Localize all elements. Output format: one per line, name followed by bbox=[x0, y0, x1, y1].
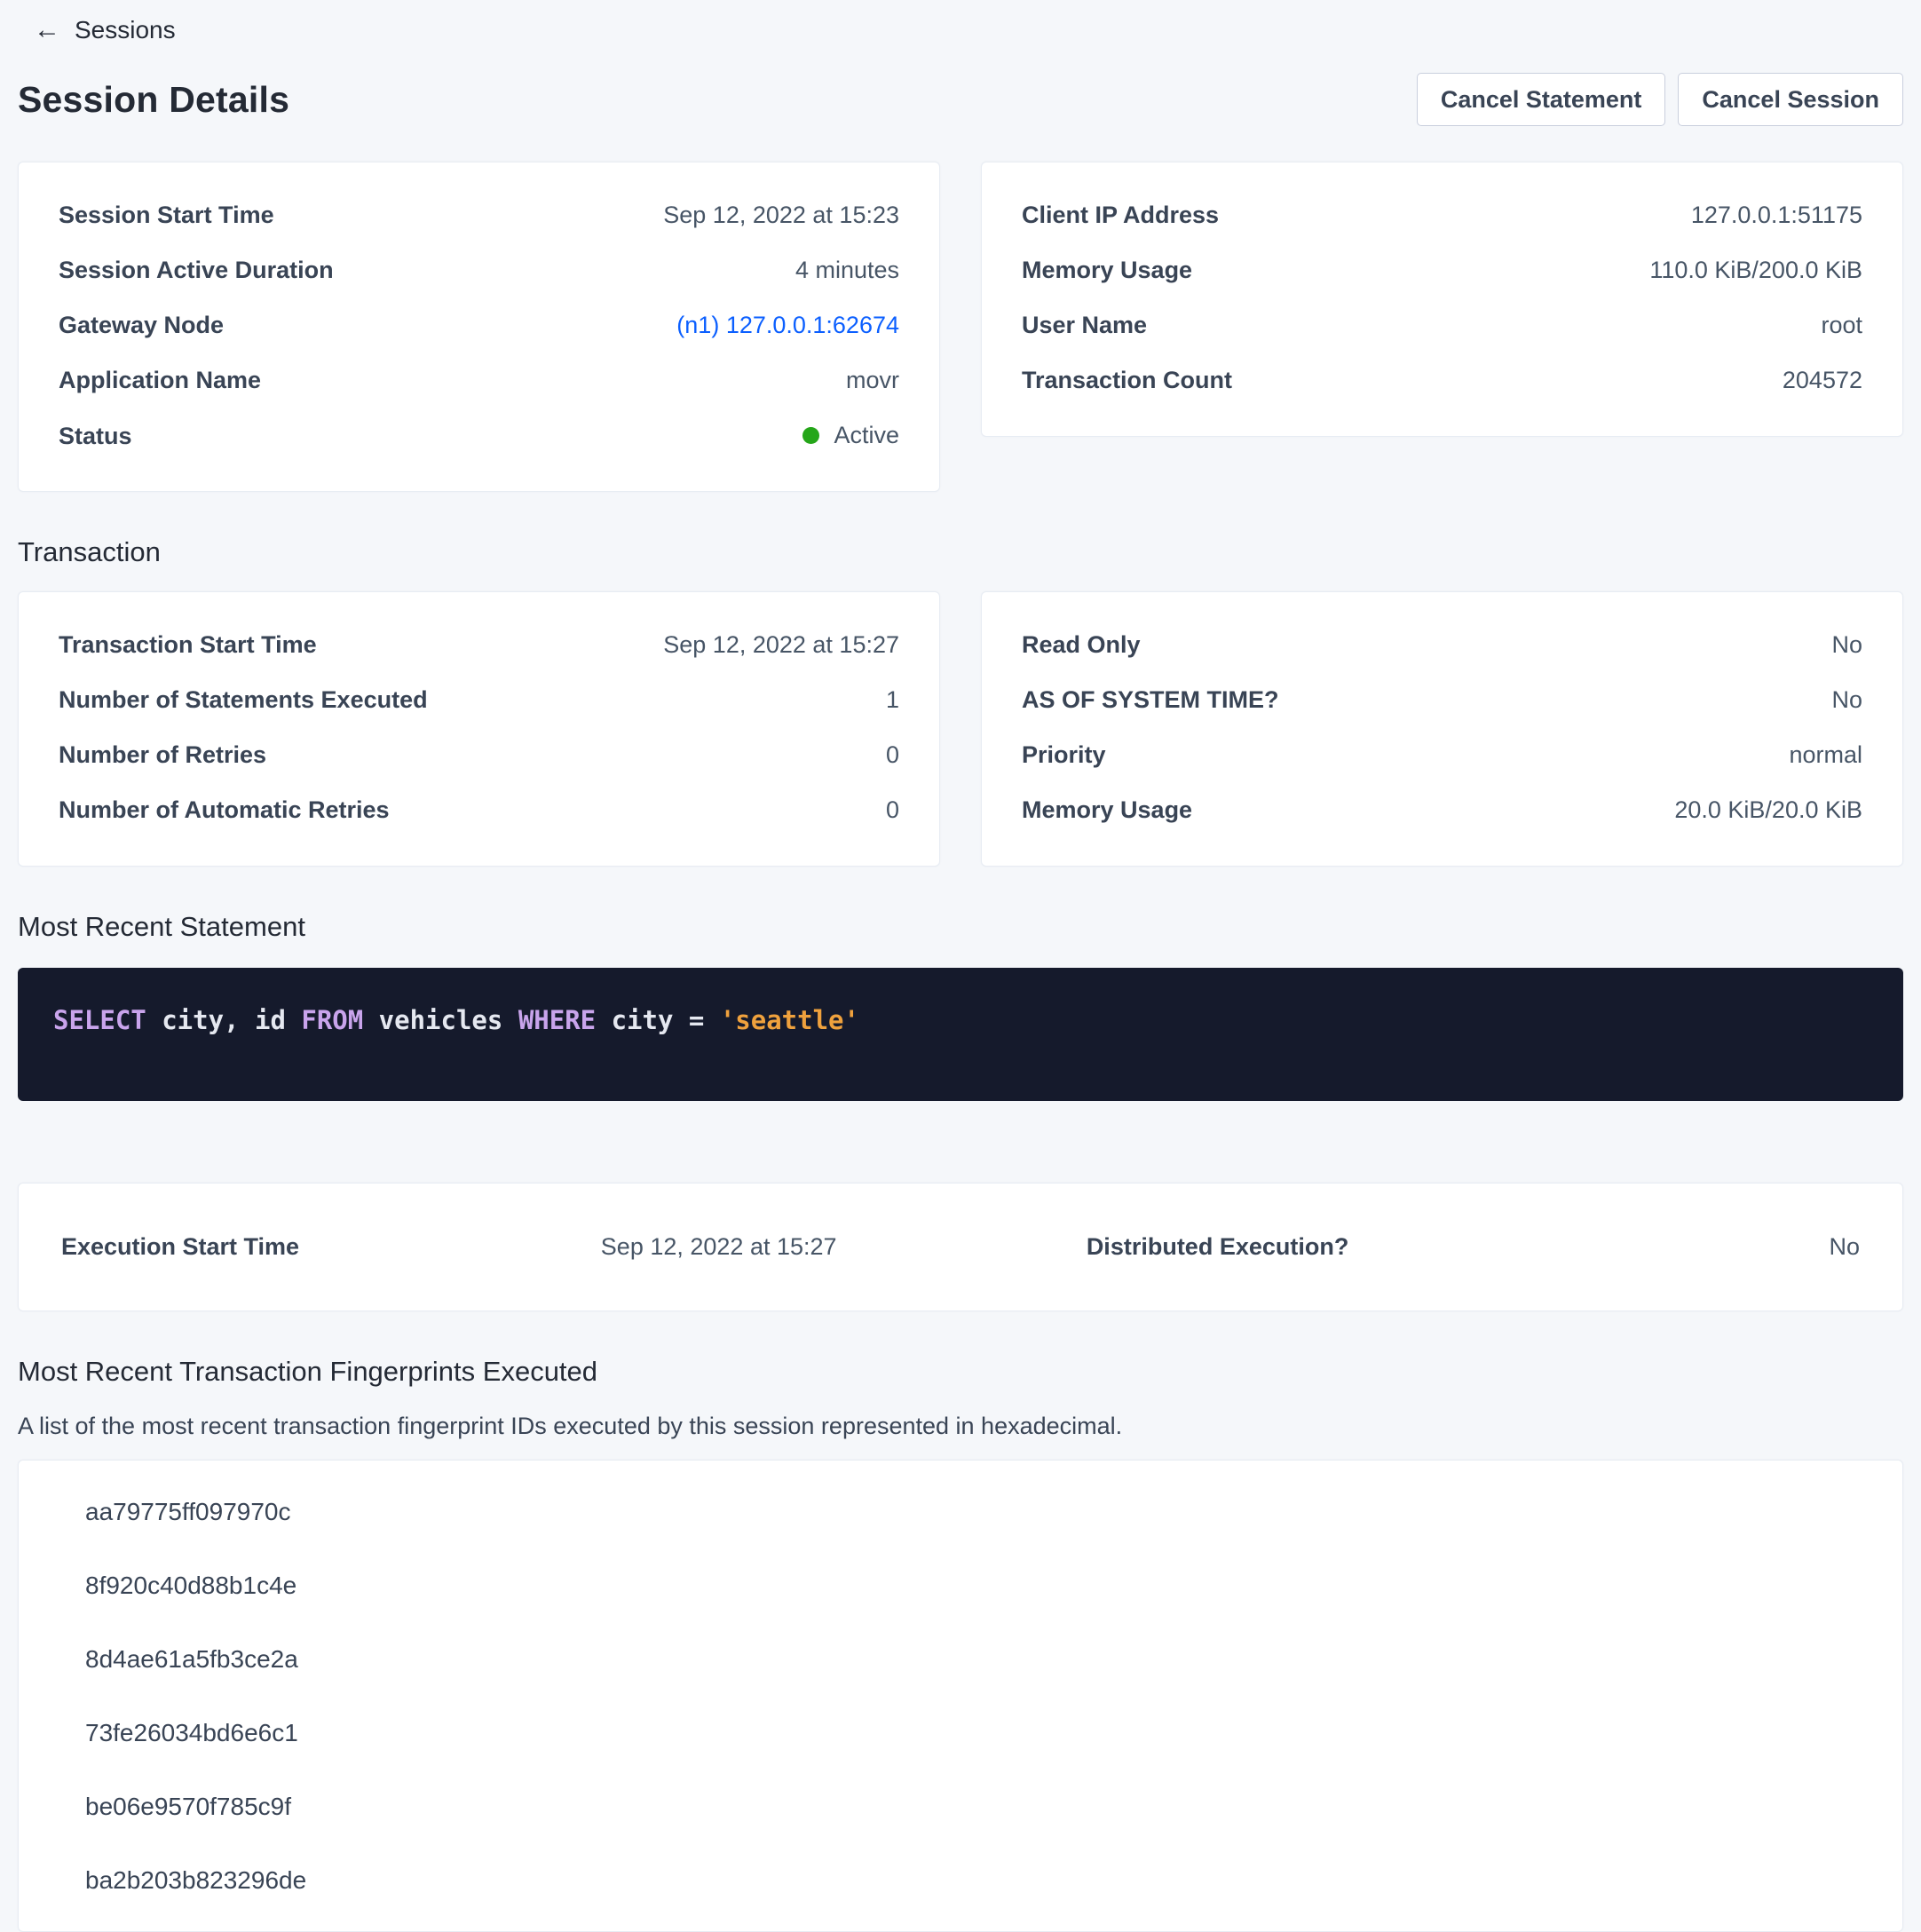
status-value: Active bbox=[834, 422, 899, 449]
status-active-dot-icon bbox=[802, 427, 819, 444]
memory-usage-row: Memory Usage 110.0 KiB/200.0 KiB bbox=[1022, 257, 1862, 287]
transaction-overview-card: Transaction Start Time Sep 12, 2022 at 1… bbox=[18, 591, 940, 867]
sql-keyword: FROM bbox=[301, 1005, 363, 1035]
fingerprint-item: ba2b203b823296de bbox=[85, 1843, 1862, 1917]
distributed-execution-value: No bbox=[1572, 1233, 1860, 1261]
client-ip-row: Client IP Address 127.0.0.1:51175 bbox=[1022, 202, 1862, 232]
application-name-label: Application Name bbox=[59, 367, 261, 394]
user-name-row: User Name root bbox=[1022, 312, 1862, 342]
txn-statements-label: Number of Statements Executed bbox=[59, 686, 428, 714]
transaction-properties-card: Read Only No AS OF SYSTEM TIME? No Prior… bbox=[981, 591, 1903, 867]
sql-text: city = bbox=[596, 1005, 720, 1035]
fingerprints-section-subtitle: A list of the most recent transaction fi… bbox=[18, 1413, 1903, 1440]
back-link-sessions[interactable]: Sessions bbox=[75, 16, 176, 44]
session-summary-row: Session Start Time Sep 12, 2022 at 15:23… bbox=[18, 162, 1903, 492]
fingerprint-item: be06e9570f785c9f bbox=[85, 1770, 1862, 1843]
transaction-count-value: 204572 bbox=[1783, 367, 1862, 394]
priority-row: Priority normal bbox=[1022, 741, 1862, 772]
session-start-time-row: Session Start Time Sep 12, 2022 at 15:23 bbox=[59, 202, 899, 232]
txn-start-time-label: Transaction Start Time bbox=[59, 631, 317, 659]
session-active-duration-value: 4 minutes bbox=[795, 257, 899, 284]
status-badge: Active bbox=[802, 422, 899, 449]
session-overview-card: Session Start Time Sep 12, 2022 at 15:23… bbox=[18, 162, 940, 492]
gateway-node-link[interactable]: (n1) 127.0.0.1:62674 bbox=[676, 312, 899, 339]
txn-retries-label: Number of Retries bbox=[59, 741, 266, 769]
execution-start-time-value: Sep 12, 2022 at 15:27 bbox=[601, 1233, 1087, 1261]
priority-value: normal bbox=[1789, 741, 1862, 769]
memory-usage-label: Memory Usage bbox=[1022, 257, 1192, 284]
priority-label: Priority bbox=[1022, 741, 1106, 769]
txn-statements-value: 1 bbox=[886, 686, 899, 714]
fingerprints-section-title: Most Recent Transaction Fingerprints Exe… bbox=[18, 1356, 1903, 1388]
txn-memory-usage-label: Memory Usage bbox=[1022, 796, 1192, 824]
client-ip-label: Client IP Address bbox=[1022, 202, 1219, 229]
sql-string-literal: 'seattle' bbox=[720, 1005, 859, 1035]
application-name-value: movr bbox=[846, 367, 899, 394]
transaction-count-label: Transaction Count bbox=[1022, 367, 1232, 394]
sql-text: vehicles bbox=[363, 1005, 518, 1035]
txn-auto-retries-label: Number of Automatic Retries bbox=[59, 796, 390, 824]
session-start-time-value: Sep 12, 2022 at 15:23 bbox=[663, 202, 899, 229]
gateway-node-row: Gateway Node (n1) 127.0.0.1:62674 bbox=[59, 312, 899, 342]
read-only-row: Read Only No bbox=[1022, 631, 1862, 661]
statement-section-title: Most Recent Statement bbox=[18, 911, 1903, 943]
header-actions: Cancel Statement Cancel Session bbox=[1417, 73, 1903, 126]
transaction-count-row: Transaction Count 204572 bbox=[1022, 367, 1862, 397]
txn-auto-retries-row: Number of Automatic Retries 0 bbox=[59, 796, 899, 827]
fingerprint-item: aa79775ff097970c bbox=[85, 1475, 1862, 1548]
cancel-session-button[interactable]: Cancel Session bbox=[1678, 73, 1903, 126]
client-details-card: Client IP Address 127.0.0.1:51175 Memory… bbox=[981, 162, 1903, 437]
status-label: Status bbox=[59, 423, 132, 450]
fingerprint-item: 8d4ae61a5fb3ce2a bbox=[85, 1622, 1862, 1696]
txn-auto-retries-value: 0 bbox=[886, 796, 899, 824]
txn-statements-row: Number of Statements Executed 1 bbox=[59, 686, 899, 717]
sql-keyword: SELECT bbox=[53, 1005, 146, 1035]
back-nav[interactable]: ← Sessions bbox=[18, 7, 1903, 53]
read-only-value: No bbox=[1831, 631, 1862, 659]
transaction-summary-row: Transaction Start Time Sep 12, 2022 at 1… bbox=[18, 591, 1903, 867]
user-name-label: User Name bbox=[1022, 312, 1147, 339]
txn-start-time-value: Sep 12, 2022 at 15:27 bbox=[663, 631, 899, 659]
page-title: Session Details bbox=[18, 79, 289, 121]
fingerprint-item: 8f920c40d88b1c4e bbox=[85, 1548, 1862, 1622]
page-header: Session Details Cancel Statement Cancel … bbox=[18, 73, 1903, 126]
session-start-time-label: Session Start Time bbox=[59, 202, 274, 229]
execution-start-time-label: Execution Start Time bbox=[61, 1233, 601, 1261]
sql-statement-box: SELECT city, id FROM vehicles WHERE city… bbox=[18, 968, 1903, 1101]
txn-retries-row: Number of Retries 0 bbox=[59, 741, 899, 772]
as-of-system-time-value: No bbox=[1831, 686, 1862, 714]
distributed-execution-label: Distributed Execution? bbox=[1087, 1233, 1572, 1261]
txn-retries-value: 0 bbox=[886, 741, 899, 769]
sql-statement: SELECT city, id FROM vehicles WHERE city… bbox=[53, 1003, 1868, 1037]
cancel-statement-button[interactable]: Cancel Statement bbox=[1417, 73, 1666, 126]
execution-details-card: Execution Start Time Sep 12, 2022 at 15:… bbox=[18, 1183, 1903, 1311]
status-row: Status Active bbox=[59, 422, 899, 452]
as-of-system-time-label: AS OF SYSTEM TIME? bbox=[1022, 686, 1279, 714]
user-name-value: root bbox=[1821, 312, 1862, 339]
fingerprints-list-card: aa79775ff097970c 8f920c40d88b1c4e 8d4ae6… bbox=[18, 1460, 1903, 1932]
application-name-row: Application Name movr bbox=[59, 367, 899, 397]
sql-text: city, id bbox=[146, 1005, 302, 1035]
left-arrow-icon: ← bbox=[34, 17, 60, 44]
sql-keyword: WHERE bbox=[518, 1005, 596, 1035]
session-active-duration-label: Session Active Duration bbox=[59, 257, 334, 284]
fingerprint-item: 73fe26034bd6e6c1 bbox=[85, 1696, 1862, 1770]
client-ip-value: 127.0.0.1:51175 bbox=[1691, 202, 1862, 229]
session-active-duration-row: Session Active Duration 4 minutes bbox=[59, 257, 899, 287]
session-details-page: ← Sessions Session Details Cancel Statem… bbox=[0, 0, 1921, 1932]
txn-memory-usage-value: 20.0 KiB/20.0 KiB bbox=[1674, 796, 1862, 824]
txn-start-time-row: Transaction Start Time Sep 12, 2022 at 1… bbox=[59, 631, 899, 661]
transaction-section-title: Transaction bbox=[18, 536, 1903, 568]
as-of-system-time-row: AS OF SYSTEM TIME? No bbox=[1022, 686, 1862, 717]
read-only-label: Read Only bbox=[1022, 631, 1141, 659]
gateway-node-label: Gateway Node bbox=[59, 312, 224, 339]
memory-usage-value: 110.0 KiB/200.0 KiB bbox=[1649, 257, 1862, 284]
txn-memory-usage-row: Memory Usage 20.0 KiB/20.0 KiB bbox=[1022, 796, 1862, 827]
